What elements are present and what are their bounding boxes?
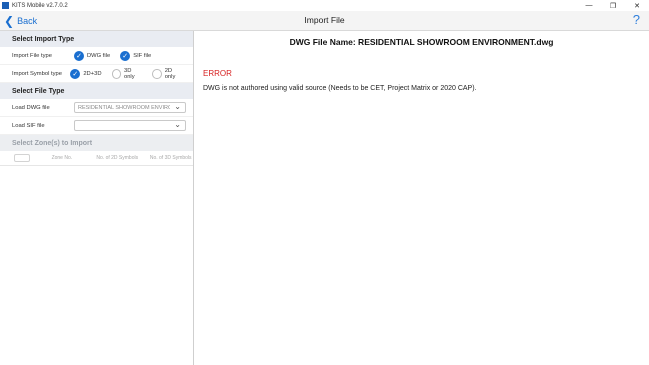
- load-sif-row: Load SIF file ⌄: [0, 117, 193, 135]
- import-result-panel: DWG File Name: RESIDENTIAL SHOWROOM ENVI…: [194, 31, 649, 365]
- symbol-2d-3d-radio[interactable]: ✓ 2D+3D: [70, 68, 102, 79]
- check-icon: ✓: [70, 68, 81, 79]
- window-controls: — ❐ ✕: [577, 0, 649, 11]
- restore-button[interactable]: ❐: [601, 0, 625, 11]
- symbol-3d-only-radio[interactable]: 3D only: [111, 67, 143, 80]
- 2d-symbols-header: No. of 2D Symbols: [96, 155, 139, 161]
- dwg-file-value: RESIDENTIAL SHOWROOM ENVIRO...: [78, 104, 170, 111]
- radio-empty-icon: [152, 68, 162, 79]
- load-sif-label: Load SIF file: [12, 122, 45, 129]
- import-symbol-type-label: Import Symbol type: [12, 70, 62, 77]
- section-import-type: Select Import Type: [0, 31, 193, 47]
- import-file-type-row: Import File type ✓ DWG file ✓ SIF file: [0, 47, 193, 65]
- error-label: ERROR: [203, 69, 232, 78]
- zones-table-header: Zone No. No. of 2D Symbols No. of 3D Sym…: [0, 151, 193, 166]
- close-button[interactable]: ✕: [625, 0, 649, 11]
- chevron-down-icon: ⌄: [174, 120, 181, 129]
- symbol-2d-3d-label: 2D+3D: [83, 70, 102, 77]
- import-file-type-label: Import File type: [12, 52, 52, 59]
- check-icon: ✓: [120, 50, 131, 61]
- symbol-2d-only-label: 2D only: [164, 67, 176, 80]
- dwg-file-name-title: DWG File Name: RESIDENTIAL SHOWROOM ENVI…: [289, 37, 554, 47]
- app-header: ❮ Back Import File ?: [0, 11, 649, 31]
- page-title: Import File: [304, 15, 345, 25]
- radio-empty-icon: [111, 68, 121, 79]
- dwg-file-checkbox[interactable]: ✓ DWG file: [74, 50, 111, 61]
- sif-file-select[interactable]: ⌄: [74, 120, 186, 131]
- 3d-symbols-header: No. of 3D Symbols: [149, 155, 192, 161]
- help-icon[interactable]: ?: [633, 12, 640, 27]
- dwg-file-select[interactable]: RESIDENTIAL SHOWROOM ENVIRO... ⌄: [74, 102, 186, 113]
- error-message: DWG is not authored using valid source (…: [203, 85, 477, 92]
- section-zones: Select Zone(s) to Import: [0, 135, 193, 151]
- select-all-zones-checkbox[interactable]: [14, 154, 30, 162]
- window-title: KITS Mobile v2.7.0.2: [12, 2, 68, 9]
- minimize-button[interactable]: —: [577, 0, 601, 11]
- check-icon: ✓: [74, 50, 84, 61]
- chevron-down-icon: ⌄: [174, 102, 181, 111]
- symbol-2d-only-radio[interactable]: 2D only: [152, 68, 183, 80]
- symbol-3d-only-label: 3D only: [123, 67, 135, 80]
- sif-file-label: SIF file: [133, 52, 152, 59]
- import-options-panel: Select Import Type Import File type ✓ DW…: [0, 31, 194, 365]
- section-file-type: Select File Type: [0, 83, 193, 99]
- import-symbol-type-row: Import Symbol type ✓ 2D+3D 3D only 2D on…: [0, 65, 193, 83]
- dwg-file-label: DWG file: [87, 52, 111, 59]
- sif-file-checkbox[interactable]: ✓ SIF file: [120, 50, 152, 61]
- zone-no-header: Zone No.: [51, 155, 73, 161]
- load-dwg-row: Load DWG file RESIDENTIAL SHOWROOM ENVIR…: [0, 99, 193, 117]
- app-logo-icon: [2, 2, 9, 9]
- load-dwg-label: Load DWG file: [12, 104, 50, 111]
